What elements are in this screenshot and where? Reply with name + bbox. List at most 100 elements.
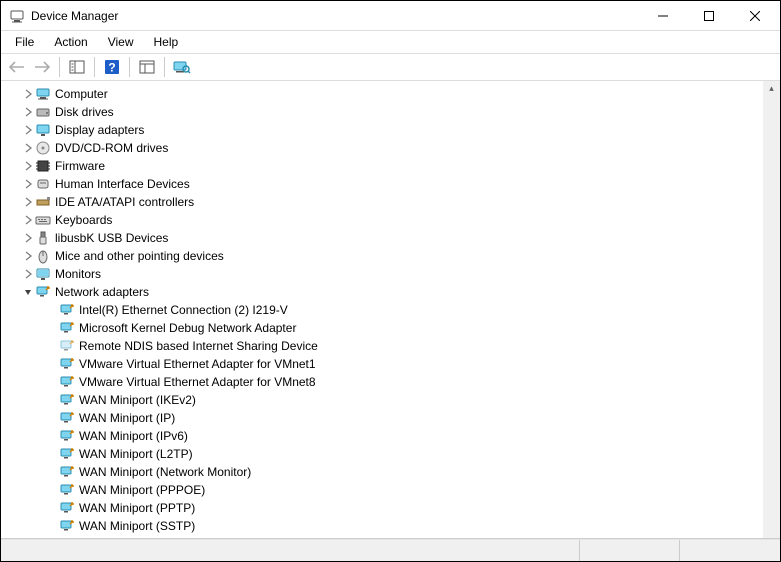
tree-category[interactable]: IDE ATA/ATAPI controllers bbox=[1, 193, 763, 211]
chevron-down-icon[interactable] bbox=[21, 285, 35, 299]
tree-device-label: Intel(R) Ethernet Connection (2) I219-V bbox=[79, 303, 288, 317]
tree-category[interactable]: Computer bbox=[1, 85, 763, 103]
network-icon bbox=[35, 284, 51, 300]
tree-category[interactable]: DVD/CD-ROM drives bbox=[1, 139, 763, 157]
tree-device-label: WAN Miniport (SSTP) bbox=[79, 519, 195, 533]
tree-category[interactable]: Mice and other pointing devices bbox=[1, 247, 763, 265]
tree-category[interactable]: Network adapters bbox=[1, 283, 763, 301]
network-icon bbox=[59, 410, 75, 426]
firmware-icon bbox=[35, 158, 51, 174]
display-icon bbox=[35, 122, 51, 138]
back-button[interactable] bbox=[5, 56, 29, 78]
usb-icon bbox=[35, 230, 51, 246]
tree-device-label: VMware Virtual Ethernet Adapter for VMne… bbox=[79, 357, 316, 371]
chevron-right-icon[interactable] bbox=[21, 213, 35, 227]
tree-device[interactable]: WAN Miniport (IPv6) bbox=[1, 427, 763, 445]
tree-category-label: Firmware bbox=[55, 159, 105, 173]
tree-device-label: WAN Miniport (IKEv2) bbox=[79, 393, 196, 407]
tree-device[interactable]: Intel(R) Ethernet Connection (2) I219-V bbox=[1, 301, 763, 319]
tree-device[interactable]: WAN Miniport (Network Monitor) bbox=[1, 463, 763, 481]
tree-device-label: VMware Virtual Ethernet Adapter for VMne… bbox=[79, 375, 316, 389]
hid-icon bbox=[35, 176, 51, 192]
properties-button[interactable] bbox=[135, 56, 159, 78]
tree-device[interactable]: Microsoft Kernel Debug Network Adapter bbox=[1, 319, 763, 337]
chevron-right-icon[interactable] bbox=[21, 267, 35, 281]
tree-category-label: Keyboards bbox=[55, 213, 112, 227]
forward-button[interactable] bbox=[30, 56, 54, 78]
tree-category-label: Computer bbox=[55, 87, 108, 101]
scan-hardware-button[interactable] bbox=[170, 56, 194, 78]
network-icon bbox=[59, 518, 75, 534]
toolbar-separator bbox=[94, 57, 95, 77]
titlebar: Device Manager bbox=[1, 1, 780, 31]
network-icon bbox=[59, 482, 75, 498]
tree-device[interactable]: WAN Miniport (IP) bbox=[1, 409, 763, 427]
menu-help[interactable]: Help bbox=[144, 33, 189, 51]
show-hide-tree-button[interactable] bbox=[65, 56, 89, 78]
window-title: Device Manager bbox=[31, 9, 118, 23]
tree-category-label: Disk drives bbox=[55, 105, 114, 119]
network-icon bbox=[59, 464, 75, 480]
tree-device[interactable]: Remote NDIS based Internet Sharing Devic… bbox=[1, 337, 763, 355]
tree-device[interactable]: VMware Virtual Ethernet Adapter for VMne… bbox=[1, 355, 763, 373]
vertical-scrollbar[interactable]: ▴ bbox=[763, 81, 780, 538]
keyboard-icon bbox=[35, 212, 51, 228]
minimize-button[interactable] bbox=[640, 1, 686, 31]
close-button[interactable] bbox=[732, 1, 778, 31]
tree-device[interactable]: WAN Miniport (PPTP) bbox=[1, 499, 763, 517]
tree-device[interactable]: WAN Miniport (SSTP) bbox=[1, 517, 763, 535]
status-cell bbox=[580, 540, 680, 561]
tree-device[interactable]: WAN Miniport (L2TP) bbox=[1, 445, 763, 463]
menu-view[interactable]: View bbox=[98, 33, 144, 51]
toolbar: ? bbox=[1, 53, 780, 81]
chevron-right-icon[interactable] bbox=[21, 195, 35, 209]
tree-category[interactable]: Firmware bbox=[1, 157, 763, 175]
tree-category-label: libusbK USB Devices bbox=[55, 231, 168, 245]
tree-category[interactable]: Human Interface Devices bbox=[1, 175, 763, 193]
network-icon bbox=[59, 500, 75, 516]
tree-category[interactable]: libusbK USB Devices bbox=[1, 229, 763, 247]
tree-category-label: Display adapters bbox=[55, 123, 144, 137]
tree-device-label: WAN Miniport (IP) bbox=[79, 411, 175, 425]
network-icon bbox=[59, 446, 75, 462]
tree-device-label: WAN Miniport (PPPOE) bbox=[79, 483, 205, 497]
maximize-button[interactable] bbox=[686, 1, 732, 31]
status-cell bbox=[680, 540, 780, 561]
tree-device[interactable]: WAN Miniport (PPPOE) bbox=[1, 481, 763, 499]
toolbar-separator bbox=[59, 57, 60, 77]
mouse-icon bbox=[35, 248, 51, 264]
monitor-icon bbox=[35, 266, 51, 282]
network-icon bbox=[59, 428, 75, 444]
tree-category[interactable]: Disk drives bbox=[1, 103, 763, 121]
toolbar-separator bbox=[164, 57, 165, 77]
help-button[interactable]: ? bbox=[100, 56, 124, 78]
cdrom-icon bbox=[35, 140, 51, 156]
tree-device-label: WAN Miniport (PPTP) bbox=[79, 501, 195, 515]
menubar: File Action View Help bbox=[1, 31, 780, 53]
chevron-right-icon[interactable] bbox=[21, 177, 35, 191]
chevron-right-icon[interactable] bbox=[21, 105, 35, 119]
chevron-right-icon[interactable] bbox=[21, 159, 35, 173]
chevron-right-icon[interactable] bbox=[21, 141, 35, 155]
tree-category[interactable]: Keyboards bbox=[1, 211, 763, 229]
tree-device-label: WAN Miniport (IPv6) bbox=[79, 429, 188, 443]
app-icon bbox=[9, 8, 25, 24]
chevron-right-icon[interactable] bbox=[21, 231, 35, 245]
device-tree[interactable]: Computer Disk drives Display adapters DVD/C… bbox=[1, 81, 763, 538]
tree-device-label: WAN Miniport (Network Monitor) bbox=[79, 465, 251, 479]
scroll-up-arrow[interactable]: ▴ bbox=[769, 83, 774, 94]
tree-category[interactable]: Display adapters bbox=[1, 121, 763, 139]
tree-device[interactable]: VMware Virtual Ethernet Adapter for VMne… bbox=[1, 373, 763, 391]
network-icon bbox=[59, 392, 75, 408]
chevron-right-icon[interactable] bbox=[21, 87, 35, 101]
menu-file[interactable]: File bbox=[5, 33, 44, 51]
tree-category-label: Monitors bbox=[55, 267, 101, 281]
network-icon bbox=[59, 356, 75, 372]
tree-category[interactable]: Monitors bbox=[1, 265, 763, 283]
menu-action[interactable]: Action bbox=[44, 33, 97, 51]
tree-device-label: Microsoft Kernel Debug Network Adapter bbox=[79, 321, 296, 335]
chevron-right-icon[interactable] bbox=[21, 249, 35, 263]
chevron-right-icon[interactable] bbox=[21, 123, 35, 137]
network-light-icon bbox=[59, 338, 75, 354]
tree-device[interactable]: WAN Miniport (IKEv2) bbox=[1, 391, 763, 409]
